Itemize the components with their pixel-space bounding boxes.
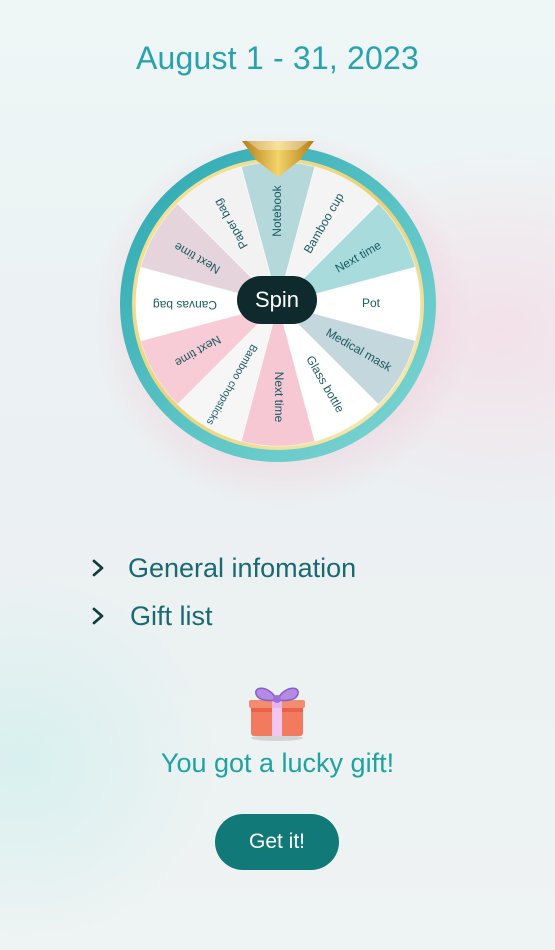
gift-list-label: Gift list [130,600,213,631]
wheel-segment-label: Pot [362,296,381,310]
info-accordion: General infomation Gift list [88,550,356,634]
lucky-gift-message: You got a lucky gift! [160,748,395,778]
chevron-right-icon [92,607,104,625]
prize-wheel[interactable]: Notebook Bamboo cup Next time Pot Medical ma… [0,0,555,520]
get-it-button[interactable]: Get it! [215,814,339,870]
gift-list-toggle[interactable]: Gift list [88,598,356,634]
chevron-right-icon [92,559,104,577]
general-information-label: General infomation [128,552,357,583]
spin-button[interactable]: Spin [237,276,317,324]
prize-wheel-graphic: Notebook Bamboo cupNext timePotMedical ma… [92,128,472,508]
wheel-segment-label: Next time [272,372,286,423]
wheel-segment-label: Notebook [270,184,284,236]
wheel-segment-label: Canvas bag [153,298,217,312]
general-information-toggle[interactable]: General infomation [88,550,356,586]
gift-icon [249,687,305,741]
